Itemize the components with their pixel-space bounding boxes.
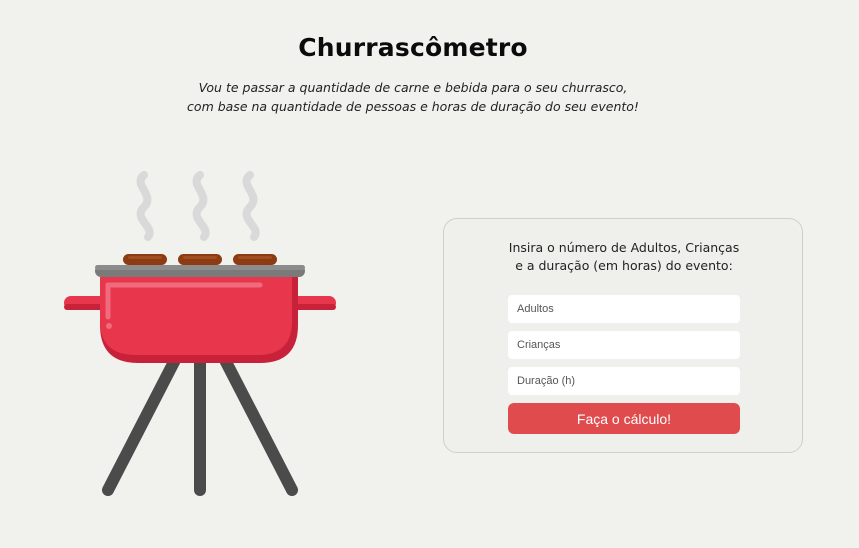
subtitle-line-1: Vou te passar a quantidade de carne e be…: [198, 80, 628, 95]
form-instructions: Insira o número de Adultos, Crianças e a…: [444, 239, 804, 275]
page-title: Churrascômetro: [298, 33, 528, 62]
instructions-line-2: e a duração (em horas) do evento:: [515, 258, 733, 273]
children-input[interactable]: [508, 331, 740, 359]
adults-input[interactable]: [508, 295, 740, 323]
page-subtitle: Vou te passar a quantidade de carne e be…: [0, 78, 826, 116]
smoke-icon: [136, 171, 260, 241]
calculate-button[interactable]: Faça o cálculo!: [508, 403, 740, 434]
duration-input[interactable]: [508, 367, 740, 395]
instructions-line-1: Insira o número de Adultos, Crianças: [508, 240, 740, 255]
meat-icon: [123, 254, 277, 265]
subtitle-line-2: com base na quantidade de pessoas e hora…: [187, 99, 639, 114]
calculator-form: Insira o número de Adultos, Crianças e a…: [443, 218, 803, 453]
barbecue-grill-icon: [60, 165, 340, 500]
